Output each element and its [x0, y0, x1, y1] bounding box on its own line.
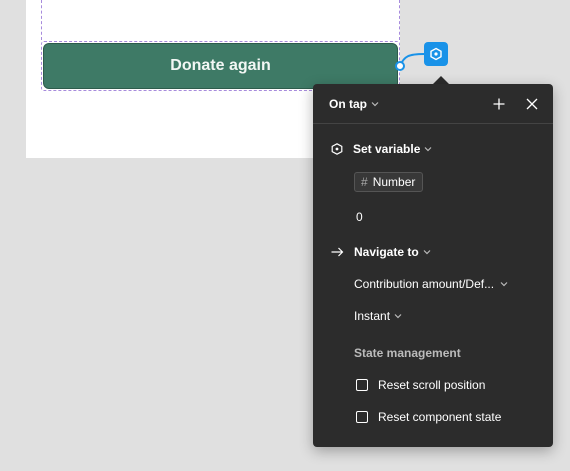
reset-component-label: Reset component state [378, 410, 502, 424]
donate-button-label: Donate again [170, 57, 271, 74]
donate-again-button[interactable]: Donate again [43, 43, 398, 89]
set-variable-action[interactable]: Set variable [331, 142, 432, 156]
destination-label: Contribution amount/Def... [354, 277, 495, 291]
reset-scroll-label: Reset scroll position [378, 378, 486, 392]
hash-icon: # [361, 175, 368, 189]
close-icon[interactable] [524, 96, 540, 112]
variable-value: 0 [356, 210, 363, 224]
panel-header: On tap [313, 84, 553, 124]
navigate-to-action[interactable]: Navigate to [331, 245, 431, 259]
reset-component-state-option[interactable]: Reset component state [356, 410, 501, 424]
interaction-icon[interactable] [424, 42, 448, 66]
plus-icon[interactable] [491, 96, 507, 112]
reset-scroll-checkbox[interactable] [356, 379, 368, 391]
destination-dropdown[interactable]: Contribution amount/Def... [354, 277, 508, 291]
animation-label: Instant [354, 309, 391, 323]
selection-guide [41, 0, 400, 40]
chevron-down-icon [423, 249, 431, 255]
chevron-down-icon [371, 101, 379, 107]
variable-value-field[interactable]: 0 [356, 210, 363, 224]
trigger-dropdown[interactable]: On tap [329, 97, 379, 111]
chevron-down-icon [424, 146, 432, 152]
animation-dropdown[interactable]: Instant [354, 309, 402, 323]
variable-chip-label: Number [372, 175, 416, 189]
reset-scroll-position-option[interactable]: Reset scroll position [356, 378, 485, 392]
interaction-panel: On tap Set variable # Number 0 Navigate … [313, 84, 553, 447]
trigger-label: On tap [329, 97, 367, 111]
arrow-right-icon [331, 247, 344, 257]
state-management-heading: State management [354, 346, 461, 360]
reset-component-checkbox[interactable] [356, 411, 368, 423]
chevron-down-icon [394, 313, 402, 319]
state-management-heading-label: State management [354, 346, 461, 360]
set-variable-label: Set variable [353, 142, 421, 156]
navigate-to-label: Navigate to [354, 245, 419, 259]
chevron-down-icon [500, 281, 508, 287]
variable-chip[interactable]: # Number [354, 172, 424, 192]
variable-icon [331, 143, 343, 155]
